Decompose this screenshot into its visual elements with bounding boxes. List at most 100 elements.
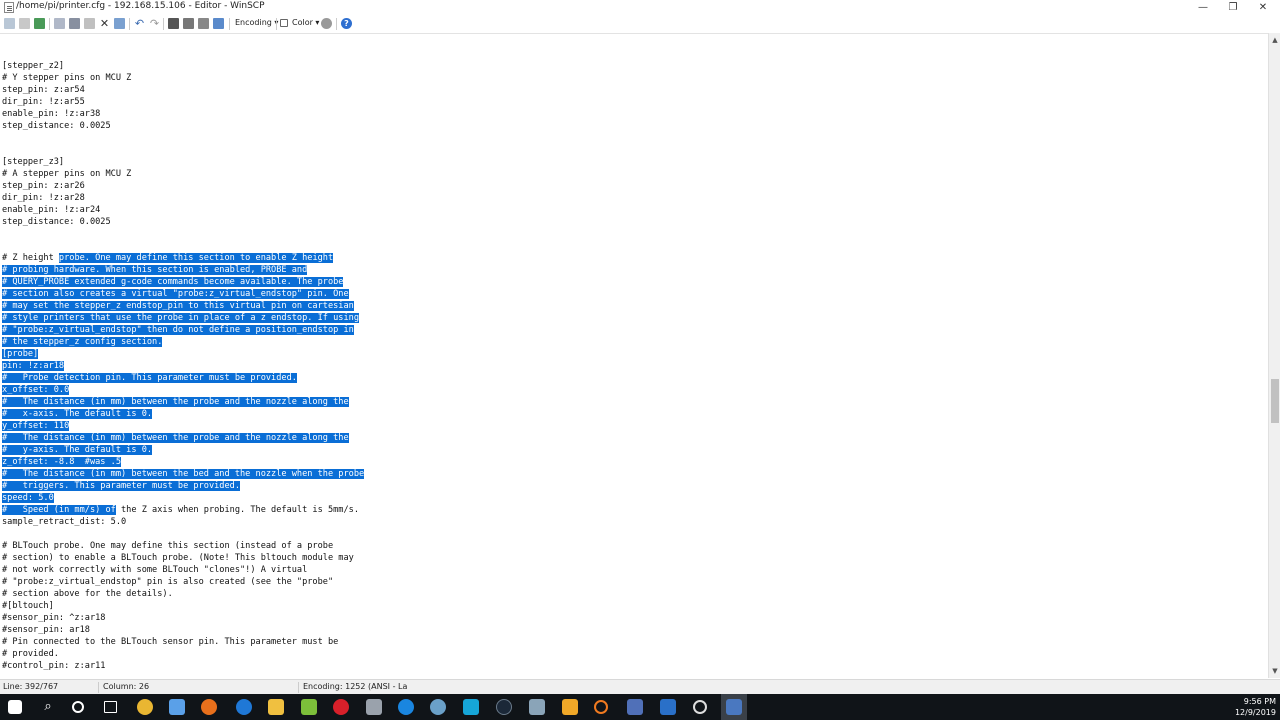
windows-start-icon[interactable] [8, 700, 22, 714]
code-line[interactable]: #sensor_pin: ^z:ar18 [2, 612, 105, 624]
code-line[interactable]: # section) to enable a BLTouch probe. (N… [2, 552, 354, 564]
copy-icon[interactable] [54, 18, 65, 29]
selected-text: pin: !z:ar18 [2, 361, 65, 371]
find-next-icon[interactable] [198, 18, 209, 29]
code-line[interactable]: # The distance (in mm) between the probe… [2, 432, 349, 444]
code-line[interactable]: # section above for the details). [2, 588, 173, 600]
code-line[interactable]: #control_pin: z:ar11 [2, 660, 105, 672]
code-line[interactable]: # style printers that use the probe in p… [2, 312, 359, 324]
code-line[interactable]: # "probe:z_virtual_endstop" then do not … [2, 324, 354, 336]
color-dropdown[interactable]: Color ▾ [292, 18, 319, 27]
file-explorer-icon[interactable] [268, 699, 284, 715]
app-icon-slate[interactable] [529, 699, 545, 715]
app-icon-gray[interactable] [366, 699, 382, 715]
code-line[interactable]: dir_pin: !z:ar55 [2, 96, 85, 108]
paste-icon[interactable] [84, 18, 95, 29]
find-icon[interactable] [168, 18, 179, 29]
save-icon[interactable] [4, 18, 15, 29]
code-line[interactable]: # BLTouch probe. One may define this sec… [2, 540, 333, 552]
code-line[interactable]: # The distance (in mm) between the bed a… [2, 468, 365, 480]
cortana-icon[interactable] [72, 701, 84, 713]
code-line[interactable]: y_offset: 110 [2, 420, 70, 432]
code-line[interactable]: # The distance (in mm) between the probe… [2, 396, 349, 408]
code-line[interactable]: # Z height probe. One may define this se… [2, 252, 334, 264]
app-icon-indigo[interactable] [627, 699, 643, 715]
cut-icon[interactable] [69, 18, 80, 29]
select-all-icon[interactable] [114, 18, 125, 29]
code-line[interactable]: # A stepper pins on MCU Z [2, 168, 131, 180]
code-line[interactable]: x_offset: 0.0 [2, 384, 70, 396]
scroll-up-arrow-icon[interactable]: ▲ [1271, 36, 1279, 44]
task-view-icon[interactable] [104, 701, 117, 713]
code-line[interactable]: dir_pin: !z:ar28 [2, 192, 85, 204]
steam-icon[interactable] [496, 699, 512, 715]
code-line[interactable]: pin: !z:ar18 [2, 360, 65, 372]
code-line[interactable]: [stepper_z2] [2, 60, 64, 72]
code-line[interactable]: [probe] [2, 348, 39, 360]
code-line[interactable]: # provided. [2, 648, 59, 660]
app-icon-cyan[interactable] [463, 699, 479, 715]
code-line[interactable]: step_pin: z:ar54 [2, 84, 85, 96]
code-line[interactable]: # may set the stepper_z endstop_pin to t… [2, 300, 354, 312]
scrollbar-thumb[interactable] [1271, 379, 1279, 423]
minimize-button[interactable]: — [1188, 0, 1218, 15]
code-line[interactable]: step_distance: 0.0025 [2, 120, 111, 132]
ie-icon[interactable] [398, 699, 414, 715]
save-all-icon[interactable] [19, 18, 30, 29]
app-icon-navy[interactable] [660, 699, 676, 715]
code-line[interactable]: [stepper_z3] [2, 156, 64, 168]
status-column: Column: 26 [103, 682, 150, 691]
code-line[interactable]: # QUERY_PROBE extended g-code commands b… [2, 276, 344, 288]
vertical-scrollbar[interactable]: ▲ ▼ [1268, 33, 1280, 678]
code-line[interactable]: step_pin: z:ar26 [2, 180, 85, 192]
text-editor-area[interactable]: [stepper_z2] # Y stepper pins on MCU Z ste… [0, 33, 1268, 678]
go-to-line-icon[interactable] [213, 18, 224, 29]
delete-icon[interactable]: ✕ [99, 18, 110, 29]
code-line[interactable]: # triggers. This parameter must be provi… [2, 480, 240, 492]
code-line[interactable]: # x-axis. The default is 0. [2, 408, 153, 420]
color-swatch-icon[interactable] [280, 19, 288, 27]
app-icon-blue[interactable] [430, 699, 446, 715]
winscp-icon[interactable] [726, 699, 742, 715]
code-line[interactable]: # Pin connected to the BLTouch sensor pi… [2, 636, 338, 648]
undo-icon[interactable]: ↶ [134, 18, 145, 29]
code-line[interactable]: #sensor_pin: ar18 [2, 624, 90, 636]
maximize-button[interactable]: ❐ [1218, 0, 1248, 15]
code-line[interactable]: # not work correctly with some BLTouch "… [2, 564, 307, 576]
code-line[interactable]: # Y stepper pins on MCU Z [2, 72, 131, 84]
app-icon-red[interactable] [333, 699, 349, 715]
code-line[interactable]: z_offset: -8.8 #was .5 [2, 456, 121, 468]
code-line[interactable]: sample_retract_dist: 5.0 [2, 516, 126, 528]
code-line[interactable]: # Probe detection pin. This parameter mu… [2, 372, 297, 384]
mail-icon[interactable] [169, 699, 185, 715]
code-line[interactable]: # probing hardware. When this section is… [2, 264, 308, 276]
app-icon-white-ring[interactable] [693, 700, 707, 714]
selected-text: # section also creates a virtual "probe:… [2, 289, 349, 299]
help-icon[interactable]: ? [341, 18, 352, 29]
refresh-icon[interactable] [34, 18, 45, 29]
chrome-icon[interactable] [137, 699, 153, 715]
code-line[interactable]: speed: 5.0 [2, 492, 54, 504]
close-button[interactable]: ✕ [1248, 0, 1278, 15]
replace-icon[interactable] [183, 18, 194, 29]
encoding-dropdown[interactable]: Encoding ▾ [235, 18, 278, 27]
code-line[interactable]: #[bltouch] [2, 600, 54, 612]
code-text: step_distance: 0.0025 [2, 217, 111, 227]
redo-icon[interactable]: ↷ [149, 18, 160, 29]
code-line[interactable]: # "probe:z_virtual_endstop" pin is also … [2, 576, 333, 588]
app-icon-amber[interactable] [562, 699, 578, 715]
code-line[interactable]: # Speed (in mm/s) of the Z axis when pro… [2, 504, 359, 516]
app-icon-green[interactable] [301, 699, 317, 715]
code-line[interactable]: # y-axis. The default is 0. [2, 444, 153, 456]
code-line[interactable]: enable_pin: !z:ar24 [2, 204, 100, 216]
preferences-gear-icon[interactable] [321, 18, 332, 29]
code-line[interactable]: step_distance: 0.0025 [2, 216, 111, 228]
firefox-icon[interactable] [201, 699, 217, 715]
edge-icon[interactable] [236, 699, 252, 715]
code-line[interactable]: # section also creates a virtual "probe:… [2, 288, 349, 300]
code-line[interactable]: enable_pin: !z:ar38 [2, 108, 100, 120]
search-icon[interactable]: ⌕ [40, 699, 56, 715]
app-icon-orange-ring[interactable] [594, 700, 608, 714]
code-line[interactable]: # the stepper_z config section. [2, 336, 163, 348]
scroll-down-arrow-icon[interactable]: ▼ [1271, 667, 1279, 675]
